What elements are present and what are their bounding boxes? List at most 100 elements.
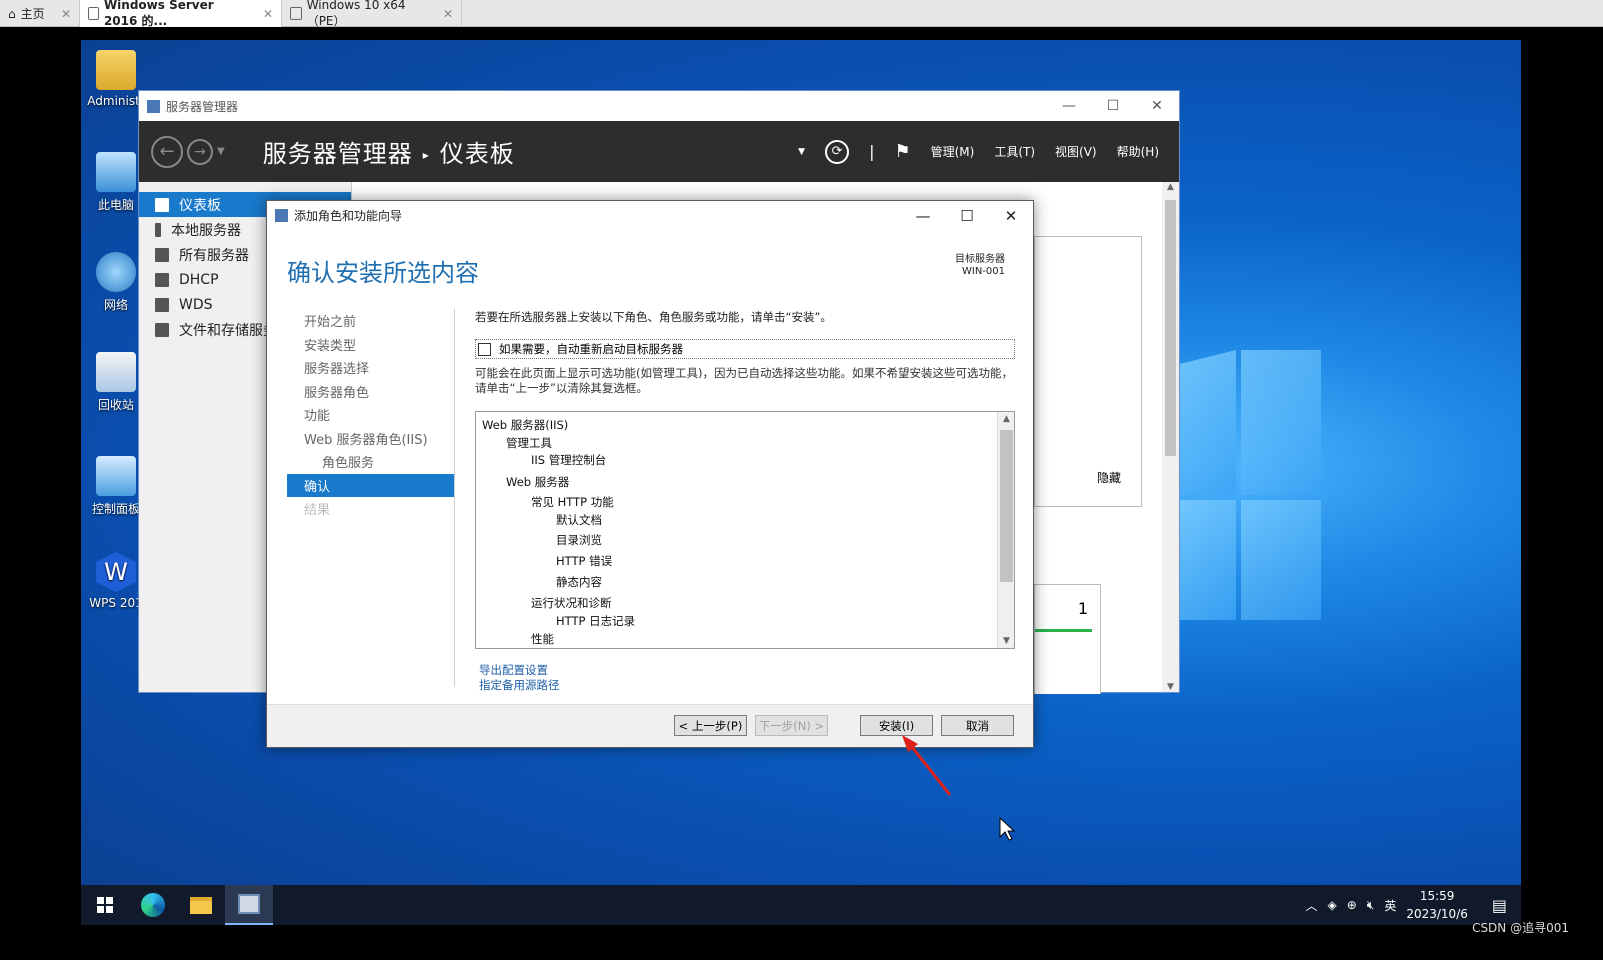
server-manager-header: ← → ▼ 服务器管理器 ▸ 仪表板 ▼ ⟳ | ⚑ 管理(M) 工具(T) 视图(… (139, 121, 1179, 182)
back-arrow-icon[interactable]: ← (151, 135, 183, 168)
wds-icon (155, 297, 169, 312)
previous-button[interactable]: < 上一步(P) (674, 715, 747, 736)
host-tab-win10pe[interactable]: Windows 10 x64（PE） ✕ (282, 0, 462, 28)
file-explorer-taskbar-button[interactable] (177, 885, 225, 925)
close-icon[interactable]: ✕ (1135, 98, 1179, 114)
server-manager-scrollbar[interactable]: ▲ ▼ (1162, 182, 1179, 692)
menu-view[interactable]: 视图(V) (1055, 143, 1097, 160)
step-before-you-begin[interactable]: 开始之前 (287, 309, 454, 333)
wizard-footer: < 上一步(P) 下一步(N) > 安装(I) 取消 (267, 704, 1033, 747)
list-item: 默认文档 (556, 512, 602, 527)
breadcrumb: 服务器管理器 ▸ 仪表板 (262, 140, 515, 168)
breadcrumb-separator-icon: ▸ (422, 148, 430, 162)
step-server-roles[interactable]: 服务器角色 (287, 380, 454, 404)
cancel-button[interactable]: 取消 (941, 715, 1014, 736)
optional-features-note: 可能会在此页面上显示可选功能(如管理工具)，因为已自动选择这些功能。如果不希望安… (475, 366, 1013, 395)
close-tab-icon[interactable]: ✕ (51, 7, 71, 21)
wizard-titlebar: 添加角色和功能向导 — ☐ ✕ (267, 201, 1033, 230)
restart-checkbox[interactable] (478, 342, 491, 356)
step-installation-type[interactable]: 安装类型 (287, 333, 454, 357)
scroll-thumb[interactable] (1165, 200, 1176, 456)
step-server-selection[interactable]: 服务器选择 (287, 356, 454, 380)
server-manager-taskbar-button[interactable] (225, 885, 273, 925)
step-web-server-role[interactable]: Web 服务器角色(IIS) (287, 427, 454, 451)
volume-muted-icon[interactable]: 🔇︎ (1367, 898, 1375, 913)
minimize-icon[interactable]: — (1047, 98, 1091, 114)
step-role-services[interactable]: 角色服务 (287, 450, 454, 474)
scroll-up-icon[interactable]: ▲ (998, 414, 1014, 424)
scroll-down-icon[interactable]: ▼ (1162, 682, 1179, 692)
menu-manage[interactable]: 管理(M) (931, 143, 975, 160)
server-manager-icon (147, 99, 160, 113)
windows-logo-wallpaper (1166, 350, 1326, 670)
home-icon: ⌂ (8, 6, 16, 21)
dashboard-icon (155, 197, 169, 212)
computer-icon (96, 152, 136, 192)
wizard-steps: 开始之前 安装类型 服务器选择 服务器角色 功能 Web 服务器角色(IIS) … (287, 309, 455, 687)
server-manager-icon (238, 894, 260, 914)
watermark: CSDN @追寻001 (1472, 921, 1569, 935)
history-dropdown-icon[interactable]: ▼ (217, 146, 225, 157)
add-roles-wizard-dialog: 添加角色和功能向导 — ☐ ✕ 确认安装所选内容 目标服务器 WIN-001 开… (266, 200, 1034, 748)
recycle-bin-icon (96, 352, 136, 392)
notification-flag-icon[interactable]: ⚑ (894, 141, 910, 162)
vm-icon (88, 7, 99, 20)
edge-icon (141, 893, 165, 917)
hide-link[interactable]: 隐藏 (1097, 469, 1121, 486)
close-tab-icon[interactable]: ✕ (433, 7, 453, 21)
package-icon[interactable]: ◈ (1327, 898, 1336, 912)
confirm-description: 若要在所选服务器上安装以下角色、角色服务或功能，请单击“安装”。 (475, 310, 832, 324)
dropdown-icon[interactable]: ▼ (798, 147, 805, 157)
control-panel-icon (96, 456, 136, 496)
start-button[interactable] (81, 885, 129, 925)
page-title: 确认安装所选内容 (287, 259, 479, 287)
server-icon (155, 222, 161, 237)
minimize-icon[interactable]: — (901, 207, 945, 225)
alternate-source-link[interactable]: 指定备用源路径 (479, 678, 1015, 693)
list-item: Web 服务器 (506, 474, 570, 489)
list-item: 管理工具 (506, 435, 552, 450)
list-item: 静态内容 (556, 575, 602, 589)
servers-icon (155, 247, 169, 262)
list-item: HTTP 日志记录 (556, 613, 636, 628)
host-tab-home[interactable]: ⌂ 主页 ✕ (0, 0, 80, 27)
clock[interactable]: 15:59 2023/10/6 (1406, 887, 1468, 923)
taskbar: ︿ ◈ ⊕ 🔇︎ 英 15:59 2023/10/6 ▤ (81, 885, 1521, 925)
step-features[interactable]: 功能 (287, 403, 454, 427)
menu-help[interactable]: 帮助(H) (1117, 143, 1159, 160)
notification-center-icon[interactable]: ▤ (1492, 896, 1507, 915)
scroll-down-icon[interactable]: ▼ (998, 636, 1014, 646)
restart-checkbox-label[interactable]: 如果需要，自动重新启动目标服务器 (499, 341, 683, 357)
refresh-icon[interactable]: ⟳ (825, 139, 850, 164)
role-count: 1 (1077, 599, 1088, 618)
host-tab-bar: ⌂ 主页 ✕ Windows Server 2016 的... ✕ Window… (0, 0, 1603, 28)
scroll-up-icon[interactable]: ▲ (1162, 182, 1179, 196)
list-item: IIS 管理控制台 (531, 453, 607, 468)
list-item: HTTP 错误 (556, 553, 613, 568)
forward-arrow-icon[interactable]: → (187, 138, 213, 165)
network-icon (96, 252, 136, 292)
divider: | (869, 142, 875, 161)
close-tab-icon[interactable]: ✕ (253, 7, 273, 21)
menu-tools[interactable]: 工具(T) (994, 143, 1035, 160)
restart-checkbox-row[interactable]: 如果需要，自动重新启动目标服务器 (475, 339, 1015, 359)
maximize-icon[interactable]: ☐ (945, 207, 989, 225)
input-language[interactable]: 英 (1384, 897, 1396, 914)
features-list[interactable]: Web 服务器(IIS) 管理工具 IIS 管理控制台 Web 服务器 常见 H… (475, 411, 1015, 649)
features-scrollbar[interactable]: ▲ ▼ (997, 412, 1014, 648)
step-results: 结果 (304, 503, 331, 519)
network-globe-icon[interactable]: ⊕ (1347, 898, 1357, 912)
chevron-up-icon[interactable]: ︿ (1305, 897, 1317, 914)
list-item: 常见 HTTP 功能 (531, 494, 614, 509)
dhcp-icon (155, 272, 169, 287)
install-button[interactable]: 安装(I) (860, 715, 933, 736)
next-button: 下一步(N) > (755, 715, 828, 736)
edge-taskbar-button[interactable] (129, 885, 177, 925)
maximize-icon[interactable]: ☐ (1091, 98, 1135, 114)
close-icon[interactable]: ✕ (989, 207, 1033, 225)
folder-icon (190, 896, 212, 914)
export-config-link[interactable]: 导出配置设置 (479, 663, 1015, 678)
host-tab-winserver[interactable]: Windows Server 2016 的... ✕ (80, 0, 282, 28)
step-confirmation[interactable]: 确认 (287, 473, 454, 497)
scroll-thumb[interactable] (1000, 430, 1013, 582)
